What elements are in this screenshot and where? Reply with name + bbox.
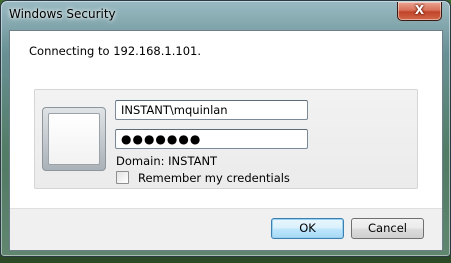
password-field[interactable]: ●●●●●●●: [115, 129, 308, 149]
connecting-message: Connecting to 192.168.1.101.: [29, 44, 201, 58]
user-tile-picture: [48, 113, 100, 165]
close-button[interactable]: X: [397, 2, 442, 21]
window-title: Windows Security: [9, 7, 116, 21]
dialog-body: Connecting to 192.168.1.101. INSTANT\mqu…: [9, 30, 443, 251]
ok-button[interactable]: OK: [271, 218, 344, 239]
windows-security-dialog: Windows Security X Connecting to 192.168…: [0, 0, 451, 257]
remember-credentials-row[interactable]: Remember my credentials: [116, 170, 290, 185]
user-tile-icon: [42, 107, 106, 171]
close-icon: X: [414, 3, 425, 17]
content-area: Connecting to 192.168.1.101. INSTANT\mqu…: [10, 31, 442, 209]
credential-tile[interactable]: INSTANT\mquinlan ●●●●●●● Domain: INSTANT…: [34, 89, 418, 189]
cancel-button[interactable]: Cancel: [351, 218, 424, 239]
domain-label: Domain: INSTANT: [116, 154, 218, 168]
remember-checkbox[interactable]: [116, 171, 129, 184]
remember-label[interactable]: Remember my credentials: [138, 171, 290, 185]
username-field[interactable]: INSTANT\mquinlan: [115, 100, 308, 120]
